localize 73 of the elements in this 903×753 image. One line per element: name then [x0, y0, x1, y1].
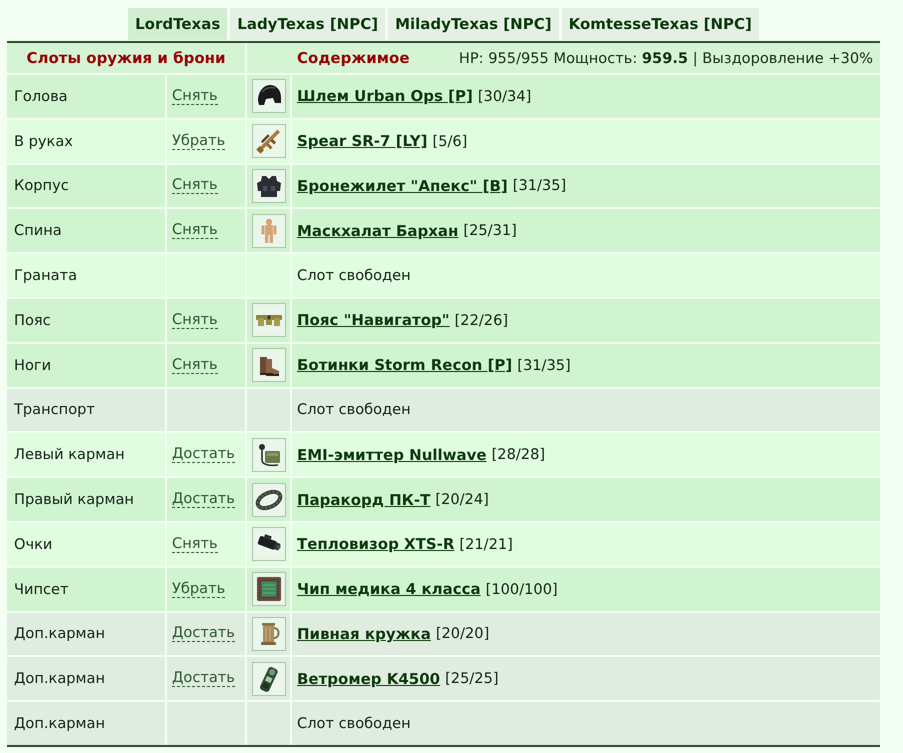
mug-icon	[252, 616, 286, 651]
slot-name: Левый карман	[14, 446, 125, 464]
slot-name: Голова	[14, 88, 68, 105]
item-link[interactable]: Ботинки Storm Recon [P]	[297, 356, 512, 374]
durability: [31/35]	[517, 356, 571, 374]
action-link[interactable]: Снять	[172, 88, 218, 105]
durability: [100/100]	[486, 580, 558, 598]
durability: [22/26]	[454, 312, 508, 329]
circuit-board-icon	[252, 572, 286, 606]
action-link[interactable]: Достать	[172, 625, 235, 642]
item-link[interactable]: Ветромер K4500	[297, 670, 440, 688]
slot-name: Транспорт	[14, 401, 95, 418]
slot-name: Чипсет	[14, 580, 69, 598]
slot-name: В руках	[14, 132, 73, 150]
item-link[interactable]: Пивная кружка	[297, 624, 431, 643]
rifle-icon	[252, 124, 286, 158]
action-link[interactable]: Достать	[172, 446, 235, 464]
action-link[interactable]: Достать	[172, 670, 235, 688]
slot-name: Корпус	[14, 177, 69, 194]
durability: [28/28]	[492, 446, 546, 464]
vest-icon	[252, 168, 286, 203]
action-link[interactable]: Снять	[172, 177, 218, 194]
item-link[interactable]: Пояс "Навигатор"	[297, 311, 450, 330]
durability: [20/20]	[436, 625, 490, 642]
tab[interactable]: LadyTexas [NPC]	[230, 8, 386, 40]
radio-icon	[252, 438, 286, 472]
bracelet-icon	[252, 482, 286, 517]
suit-icon	[252, 214, 286, 248]
column-title: Содержимое	[297, 49, 410, 67]
durability: [20/24]	[435, 491, 489, 508]
slot-name: Спина	[14, 222, 62, 240]
empty-slot-text: Слот свободен	[297, 267, 411, 284]
slot-name: Очки	[14, 536, 52, 553]
action-link[interactable]: Снять	[172, 356, 218, 374]
durability: [5/6]	[432, 132, 468, 150]
item-link[interactable]: Маскхалат Бархан	[297, 222, 458, 240]
tab[interactable]: KomtesseTexas [NPC]	[562, 8, 759, 40]
helmet-icon	[252, 79, 286, 114]
action-link[interactable]: Убрать	[172, 580, 226, 598]
boots-icon	[252, 348, 286, 382]
tab[interactable]: MiladyTexas [NPC]	[388, 8, 559, 40]
empty-slot-text: Слот свободен	[297, 401, 411, 418]
action-link[interactable]: Снять	[172, 536, 218, 553]
slot-name: Пояс	[14, 312, 51, 329]
action-link[interactable]: Снять	[172, 312, 218, 329]
slot-name: Доп.карман	[14, 670, 106, 688]
durability: [21/21]	[459, 536, 513, 553]
durability: [31/35]	[512, 177, 566, 194]
item-link[interactable]: Тепловизор XTS-R	[297, 535, 454, 554]
belt-icon	[252, 303, 286, 338]
item-link[interactable]: Spear SR-7 [LY]	[297, 132, 428, 150]
column-title: Слоты оружия и брони	[26, 49, 226, 67]
handheld-meter-icon	[252, 662, 286, 696]
item-link[interactable]: Чип медика 4 класса	[297, 580, 481, 598]
durability: [30/34]	[478, 88, 532, 105]
action-link[interactable]: Снять	[172, 222, 218, 240]
slot-name: Ноги	[14, 356, 52, 374]
slot-name: Граната	[14, 267, 78, 284]
binoculars-icon	[252, 527, 286, 562]
character-stats: HP: 955/955 Мощность: 959.5 | Выздоровление +30%	[458, 50, 873, 66]
slot-name: Доп.карман	[14, 625, 106, 642]
slot-name: Доп.карман	[14, 715, 106, 732]
empty-slot-text: Слот свободен	[297, 715, 411, 732]
action-link[interactable]: Убрать	[172, 132, 226, 150]
item-link[interactable]: Шлем Urban Ops [P]	[297, 87, 473, 106]
durability: [25/25]	[445, 670, 499, 688]
item-link[interactable]: Паракорд ПК-Т	[297, 490, 430, 509]
action-link[interactable]: Достать	[172, 491, 235, 508]
slot-name: Правый карман	[14, 491, 134, 508]
item-link[interactable]: Бронежилет "Апекс" [B]	[297, 176, 508, 195]
item-link[interactable]: EMI-эмиттер Nullwave	[297, 446, 487, 464]
tab[interactable]: LordTexas	[128, 8, 228, 40]
durability: [25/31]	[463, 222, 517, 240]
